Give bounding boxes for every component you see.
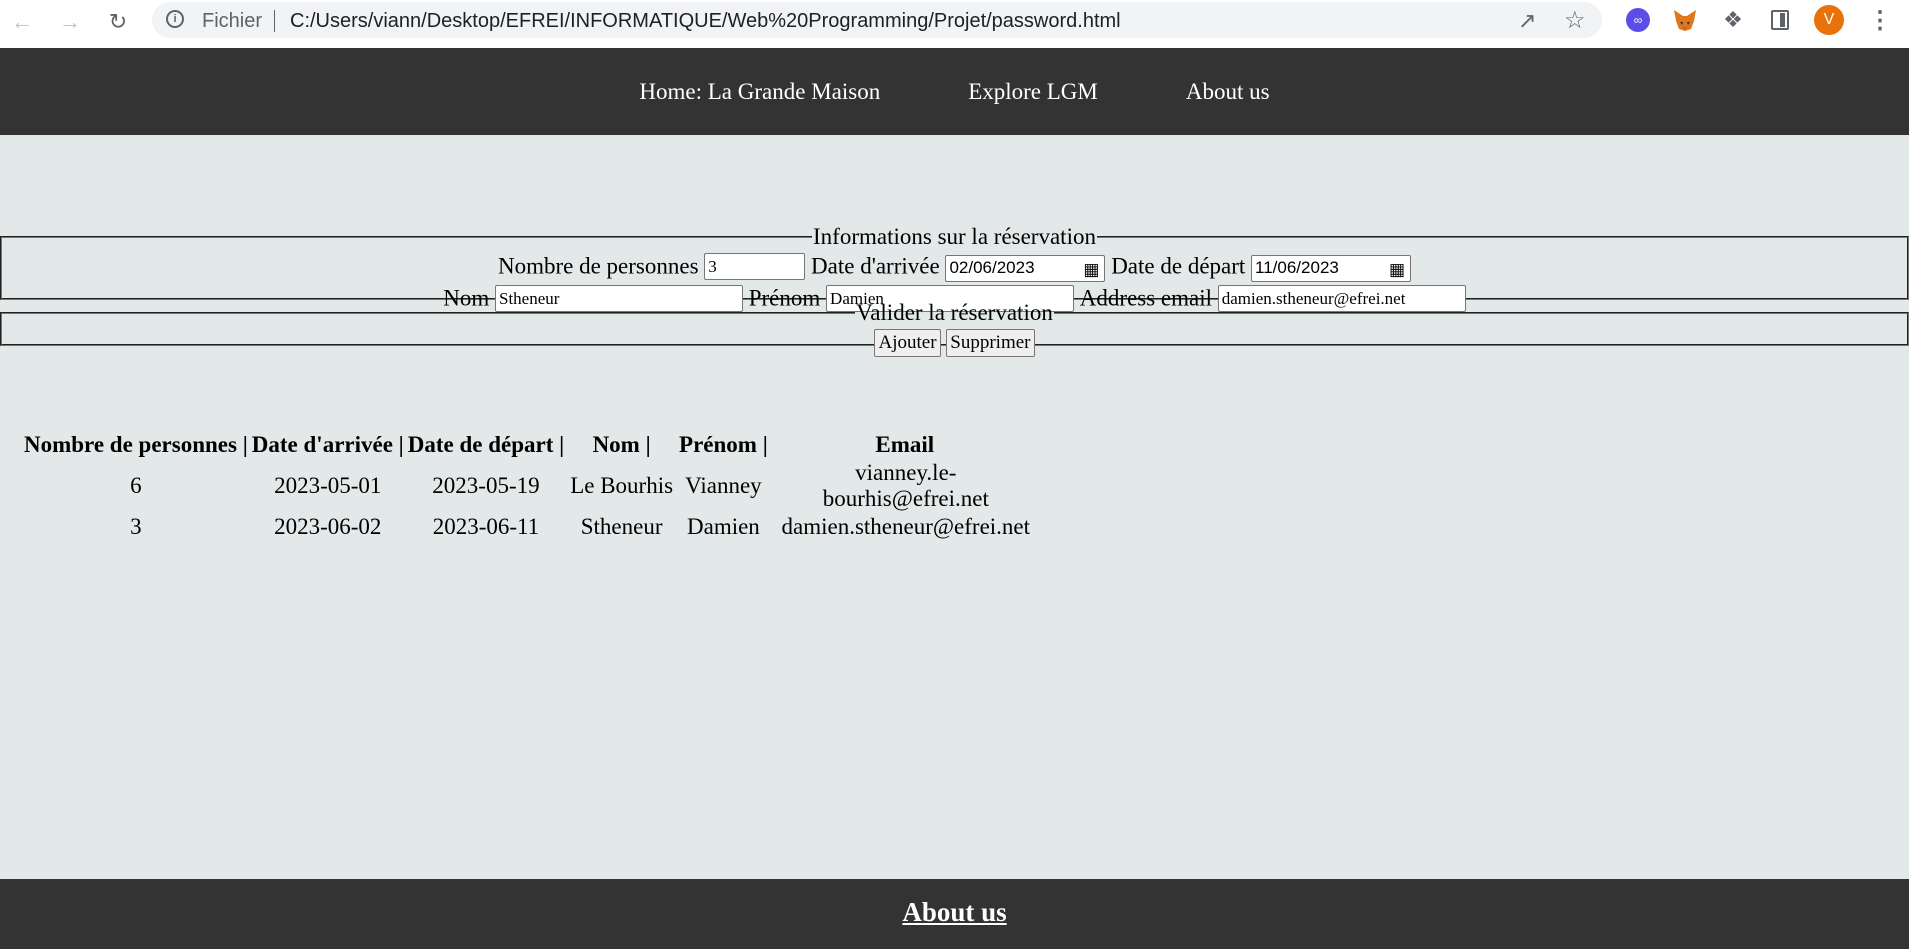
calendar-icon[interactable]: ▦ <box>1083 255 1099 285</box>
column-header: Date de départ | <box>407 432 565 457</box>
nav-link-home[interactable]: Home: La Grande Maison <box>639 79 880 105</box>
metamask-fox-icon[interactable] <box>1671 6 1699 34</box>
persons-label: Nombre de personnes <box>497 253 699 279</box>
validate-fieldset: Valider la réservation Ajouter Supprimer <box>0 300 1909 357</box>
browser-toolbar: ← → ↻ i Fichier C:/Users/viann/Desktop/E… <box>0 0 1909 49</box>
add-button[interactable]: Ajouter <box>874 328 941 357</box>
extensions-puzzle-icon[interactable]: ❖ <box>1719 6 1747 34</box>
arrival-label: Date d'arrivée <box>811 253 940 279</box>
table-cell: 2023-06-11 <box>432 514 540 539</box>
prenom-label: Prénom <box>748 285 821 311</box>
reservation-form: Informations sur la réservation Nombre d… <box>0 224 1909 357</box>
address-url[interactable]: C:/Users/viann/Desktop/EFREI/INFORMATIQU… <box>290 10 1121 33</box>
table-cell: vianney.le-bourhis@efrei.net <box>822 460 989 511</box>
address-scheme-label: Fichier <box>202 10 263 32</box>
info-legend: Informations sur la réservation <box>813 224 1096 249</box>
nav-link-explore[interactable]: Explore LGM <box>910 79 1098 105</box>
table-cell: 6 <box>130 473 142 498</box>
info-fieldset: Informations sur la réservation Nombre d… <box>0 224 1909 313</box>
validate-legend: Valider la réservation <box>856 300 1053 325</box>
forward-arrow-icon[interactable]: → <box>54 6 86 38</box>
nom-input[interactable] <box>494 285 743 313</box>
column-header: Nom | <box>592 432 651 457</box>
table-cell: 2023-06-02 <box>274 514 382 539</box>
table-cell: damien.stheneur@efrei.net <box>781 514 1031 539</box>
chatgpt-extension-icon[interactable]: ∞ <box>1624 6 1652 34</box>
address-bar[interactable]: i Fichier C:/Users/viann/Desktop/EFREI/I… <box>152 2 1602 38</box>
column-header: Email <box>875 432 935 457</box>
table-cell: Le Bourhis <box>570 473 674 498</box>
reservations-table: Nombre de personnes | Date d'arrivée | D… <box>22 430 1042 542</box>
table-row: 3 2023-06-02 2023-06-11 Stheneur Damien … <box>22 512 1042 542</box>
table-header-row: Nombre de personnes | Date d'arrivée | D… <box>22 430 1042 460</box>
column-header: Prénom | <box>679 432 768 457</box>
table-cell: Vianney <box>685 473 762 498</box>
address-divider <box>274 10 275 32</box>
footer-about-link[interactable]: About us <box>902 897 1006 928</box>
share-icon[interactable]: ↗ <box>1518 8 1536 34</box>
back-arrow-icon[interactable]: ← <box>6 6 38 38</box>
email-input[interactable] <box>1217 285 1466 313</box>
table-cell: Stheneur <box>580 514 663 539</box>
persons-input[interactable] <box>704 253 806 281</box>
column-header: Date d'arrivée | <box>251 432 404 457</box>
site-footer: About us <box>0 879 1909 949</box>
profile-avatar[interactable]: V <box>1814 5 1844 35</box>
calendar-icon[interactable]: ▦ <box>1389 255 1405 285</box>
delete-button[interactable]: Supprimer <box>946 328 1035 357</box>
table-row: 6 2023-05-01 2023-05-19 Le Bourhis Viann… <box>22 460 1042 512</box>
column-header: Nombre de personnes | <box>24 432 248 457</box>
nom-label: Nom <box>443 285 490 311</box>
departure-date-input[interactable] <box>1251 254 1412 282</box>
table-cell: 2023-05-19 <box>432 473 540 498</box>
table-cell: 3 <box>130 514 142 539</box>
form-row-1: Nombre de personnes Date d'arrivée ▦ Dat… <box>2 250 1907 282</box>
departure-label: Date de départ <box>1111 253 1246 279</box>
menu-kebab-icon[interactable]: ⋮ <box>1868 6 1892 35</box>
button-row: Ajouter Supprimer <box>2 326 1907 357</box>
reload-icon[interactable]: ↻ <box>102 6 134 38</box>
email-label: Address email <box>1079 285 1213 311</box>
side-panel-icon[interactable] <box>1766 6 1794 34</box>
table-cell: 2023-05-01 <box>274 473 382 498</box>
arrival-date-input[interactable] <box>945 254 1106 282</box>
nav-link-about[interactable]: About us <box>1128 79 1270 105</box>
site-nav: Home: La Grande Maison Explore LGM About… <box>0 48 1909 135</box>
bookmark-star-icon[interactable]: ☆ <box>1564 6 1586 35</box>
table-cell: Damien <box>687 514 760 539</box>
info-icon[interactable]: i <box>166 10 184 28</box>
